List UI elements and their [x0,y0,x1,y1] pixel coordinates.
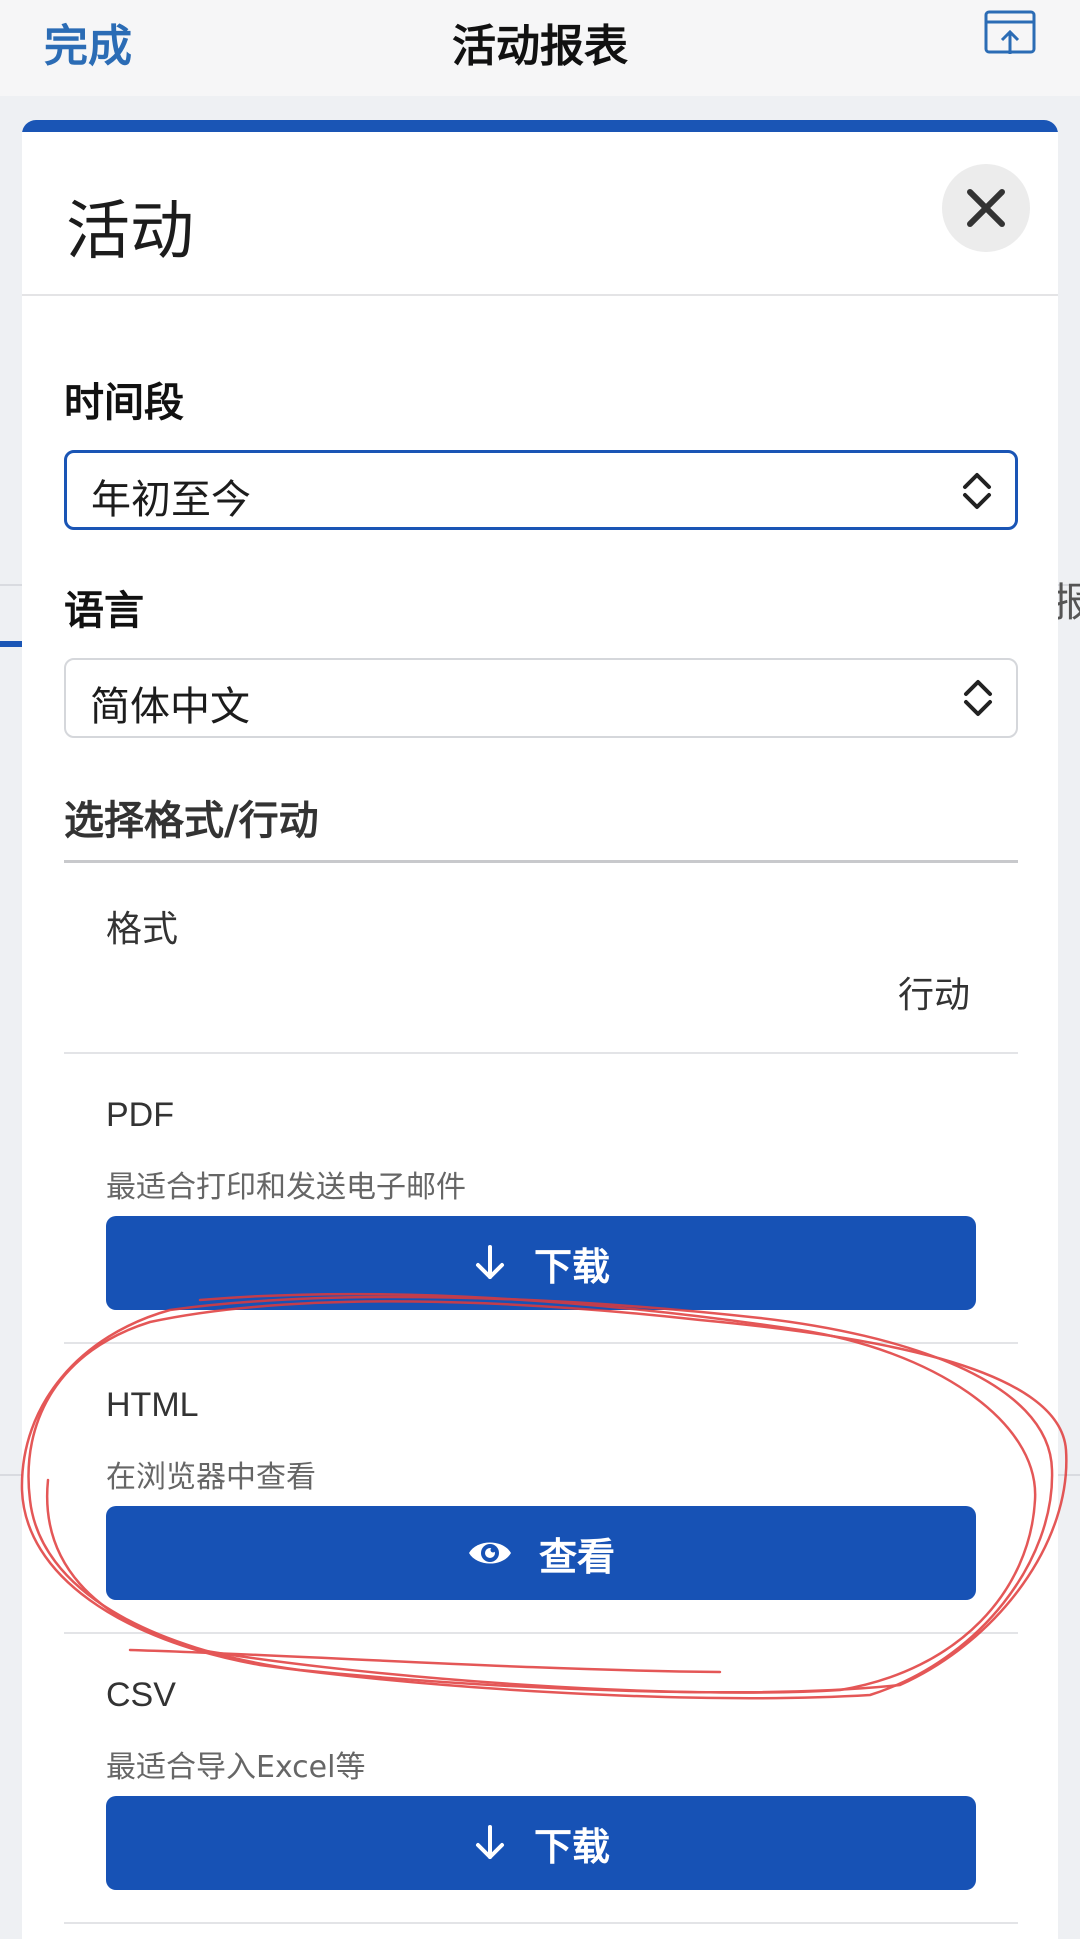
html-view-label: 查看 [538,1534,615,1579]
csv-download-button[interactable]: 下载 [106,1796,976,1890]
format-name-pdf: PDF [106,1096,174,1134]
html-view-button[interactable]: 查看 [106,1506,976,1600]
row-divider [64,1632,1018,1634]
column-header-format: 格式 [106,909,179,950]
chevron-updown-icon [964,680,992,716]
csv-download-label: 下载 [533,1824,610,1869]
navigation-bar: 完成 活动报表 [0,0,1080,96]
period-value: 年初至今 [91,477,251,523]
close-button[interactable] [942,164,1030,252]
sheet-accent-bar [22,120,1058,132]
pdf-download-button[interactable]: 下载 [106,1216,976,1310]
format-section-heading: 选择格式/行动 [64,798,319,844]
section-rule [64,860,1018,863]
header-divider [22,294,1058,296]
row-divider [64,1052,1018,1054]
column-header-action: 行动 [898,975,971,1016]
page-title: 活动报表 [452,21,628,72]
format-name-csv: CSV [106,1676,176,1714]
download-arrow-icon [475,1825,504,1859]
sheet-title: 活动 [66,195,194,269]
row-divider [64,1342,1018,1344]
pdf-download-label: 下载 [533,1244,610,1289]
report-sheet: 活动 时间段 年初至今 语言 简体中文 选择格式/行动 格式 行动 PDF 最适… [22,120,1058,1939]
row-divider [64,1922,1018,1924]
close-icon [967,189,1005,227]
format-name-html: HTML [106,1386,199,1424]
period-label: 时间段 [64,380,184,426]
format-description-html: 在浏览器中查看 [106,1460,316,1495]
download-arrow-icon [475,1245,504,1279]
language-select[interactable]: 简体中文 [64,658,1018,738]
eye-icon [468,1542,511,1564]
language-value: 简体中文 [90,684,250,730]
period-select[interactable]: 年初至今 [64,450,1018,530]
chevron-updown-icon [963,473,991,509]
format-description-pdf: 最适合打印和发送电子邮件 [106,1170,466,1205]
format-description-csv: 最适合导入Excel等 [106,1750,366,1785]
share-icon[interactable] [984,10,1036,58]
language-label: 语言 [64,588,144,634]
